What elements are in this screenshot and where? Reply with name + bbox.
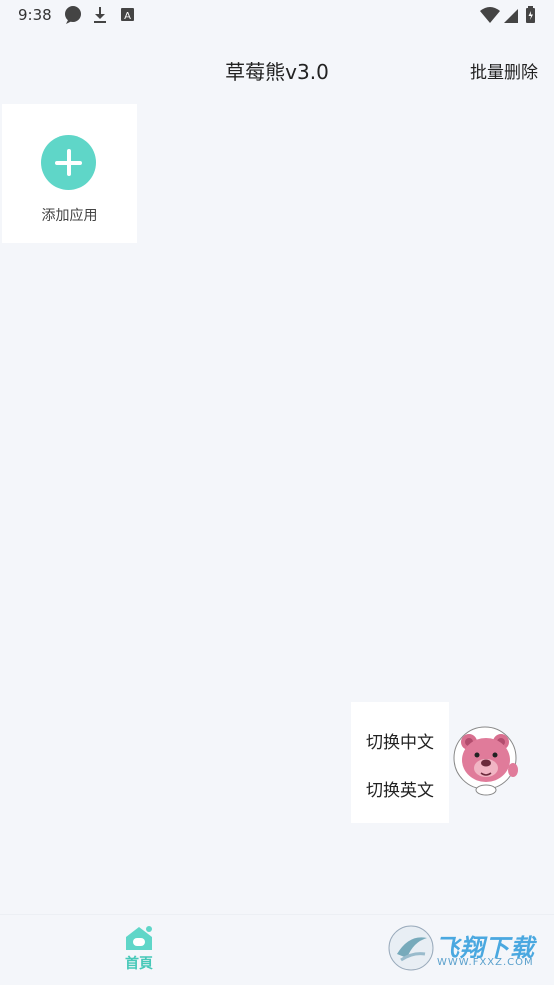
signal-icon — [504, 9, 518, 23]
nav-item-home[interactable]: 首頁 — [110, 925, 168, 981]
svg-text:A: A — [124, 11, 131, 22]
switch-chinese-option[interactable]: 切换中文 — [351, 728, 449, 753]
status-bar: 9:38 A — [0, 0, 554, 30]
status-time: 9:38 — [18, 6, 52, 24]
language-menu: 切换中文 切换英文 — [351, 702, 449, 823]
switch-english-option[interactable]: 切换英文 — [351, 776, 449, 801]
wifi-icon — [480, 7, 500, 23]
add-app-button[interactable]: 添加应用 — [2, 104, 137, 243]
nav-item-home-label: 首頁 — [125, 956, 153, 972]
watermark-logo: 飞翔下载 WWW.FXXZ.COM — [387, 924, 543, 972]
a-square-icon: A — [121, 8, 134, 22]
watermark-emblem-icon — [388, 925, 434, 971]
chat-bubble-icon — [65, 6, 81, 24]
watermark-url: WWW.FXXZ.COM — [437, 957, 534, 968]
download-icon — [94, 7, 106, 23]
batch-delete-button[interactable]: 批量删除 — [470, 58, 538, 83]
strawberry-bear-avatar[interactable] — [453, 724, 521, 798]
plus-icon — [41, 135, 96, 190]
home-icon — [126, 926, 152, 950]
battery-icon — [526, 6, 535, 23]
add-app-label: 添加应用 — [41, 208, 98, 224]
